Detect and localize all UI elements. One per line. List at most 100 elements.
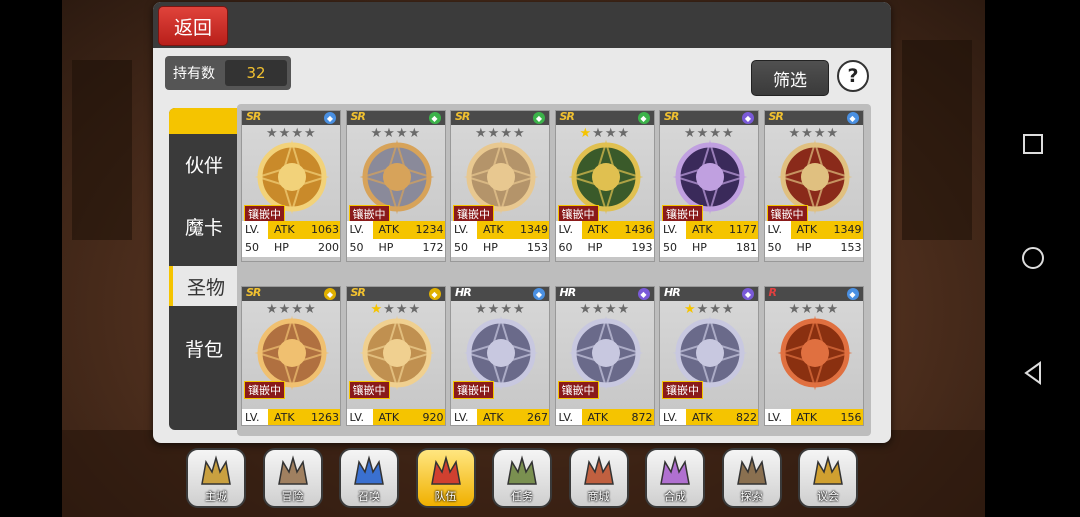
back-button[interactable]: 返回 <box>158 6 228 46</box>
tab-relics[interactable]: 圣物 <box>169 266 239 306</box>
rarity-label: HR <box>664 286 681 299</box>
relic-card[interactable]: HR ◆ ★★★★ 镶嵌中 LV. ATK 872 <box>554 286 655 426</box>
relic-card[interactable]: HR ◆ ★★★★ 镶嵌中 LV. ATK 267 <box>450 286 550 426</box>
relic-stats: LV. ATK 872 <box>555 409 654 425</box>
panel-header <box>153 2 891 48</box>
home-button[interactable] <box>985 238 1080 278</box>
relic-stats: LV. 50 ATK 1063 HP 200 <box>242 221 340 257</box>
rarity-label: SR <box>559 110 575 123</box>
embedded-badge: 镶嵌中 <box>453 381 494 399</box>
level-value: 50 <box>663 241 677 254</box>
relic-card[interactable]: SR ◆ ★★★★ 镶嵌中 LV. 50 ATK 1177 HP 181 <box>659 110 759 262</box>
atk-label: ATK <box>587 411 609 424</box>
relic-card[interactable]: SR ◆ ★★★★ 镶嵌中 LV. 50 ATK 1349 HP 153 <box>763 110 864 262</box>
atk-value: 920 <box>422 411 444 424</box>
nav-button[interactable]: 任务 <box>492 448 552 508</box>
card-header: SR ◆ <box>346 110 445 125</box>
owned-count-label: 持有数 <box>173 66 215 82</box>
help-button[interactable]: ? <box>837 60 869 92</box>
atk-row: ATK 822 <box>686 409 758 425</box>
nav-button[interactable]: 队伍 <box>415 448 476 508</box>
owned-count: 持有数 32 <box>165 56 291 90</box>
level-box: LV. <box>451 409 477 425</box>
relic-card[interactable]: HR ◆ ★★★★ 镶嵌中 LV. ATK 822 <box>659 286 759 426</box>
relic-image <box>777 315 852 391</box>
crossbow-icon <box>736 455 767 485</box>
level-box: LV. <box>555 409 582 425</box>
level-box: LV. <box>764 409 791 425</box>
nav-button[interactable]: 探索 <box>721 448 782 508</box>
relic-card[interactable]: SR ◆ ★★★★ 镶嵌中 LV. 50 ATK 1234 HP 172 <box>345 110 446 262</box>
hp-row: HP 181 <box>686 239 758 257</box>
level-label: LV. <box>245 411 260 424</box>
relic-panel: 返回 持有数 32 筛选 ? 伙伴 魔卡 圣物 背包 SR ◆ ★★★★ 镶嵌中 LV.… <box>153 2 891 443</box>
sidebar-accent <box>169 108 239 134</box>
relic-stats: LV. 60 ATK 1436 HP 193 <box>555 221 654 257</box>
relic-card[interactable]: R ◆ ★★★★ LV. ATK 156 <box>763 286 864 426</box>
nav-button[interactable]: 商城 <box>568 448 629 508</box>
atk-value: 1063 <box>311 223 339 236</box>
nav-button[interactable]: 议会 <box>798 448 858 508</box>
card-header: SR ◆ <box>764 111 863 125</box>
embedded-badge: 镶嵌中 <box>244 381 285 399</box>
nav-button[interactable]: 冒险 <box>262 448 323 508</box>
nav-button[interactable]: 合成 <box>645 448 705 508</box>
atk-value: 1436 <box>624 223 653 236</box>
element-icon: ◆ <box>428 288 441 300</box>
level-label: LV. <box>245 223 260 236</box>
nav-label: 议会 <box>817 490 839 503</box>
atk-value: 1234 <box>415 223 444 236</box>
element-icon: ◆ <box>324 288 336 300</box>
tab-partners[interactable]: 伙伴 <box>169 144 239 184</box>
wings-emblem-icon <box>430 455 461 485</box>
level-value: 50 <box>767 241 782 254</box>
level-box: LV. 50 <box>764 221 791 257</box>
rarity-label: HR <box>559 286 577 299</box>
relic-stats: LV. ATK 267 <box>451 409 549 425</box>
level-box: LV. 50 <box>660 221 686 257</box>
system-nav-bar <box>985 0 1080 517</box>
relic-card[interactable]: SR ◆ ★★★★ 镶嵌中 LV. ATK 1263 <box>241 286 341 426</box>
nav-label: 队伍 <box>434 490 457 503</box>
level-label: LV. <box>767 223 783 236</box>
system-back-button[interactable] <box>985 353 1080 393</box>
level-label: LV. <box>349 411 365 424</box>
card-header: SR ◆ <box>660 111 758 125</box>
relic-image <box>254 315 330 391</box>
nav-label: 召唤 <box>358 490 380 503</box>
relic-card[interactable]: SR ◆ ★★★★ 镶嵌中 LV. 60 ATK 1436 HP 193 <box>554 110 655 262</box>
rarity-label: HR <box>455 286 472 299</box>
hp-value: 193 <box>631 241 653 254</box>
nav-label: 冒险 <box>281 490 304 503</box>
level-label: LV. <box>454 223 469 236</box>
relic-stats: LV. 50 ATK 1349 HP 153 <box>451 221 549 257</box>
tab-magic-cards[interactable]: 魔卡 <box>169 206 239 246</box>
rarity-label: SR <box>246 286 261 299</box>
crown-icon <box>813 455 843 485</box>
atk-row: ATK 1177 <box>686 221 758 239</box>
relic-card[interactable]: SR ◆ ★★★★ 镶嵌中 LV. ATK 920 <box>345 286 446 426</box>
relic-card[interactable]: SR ◆ ★★★★ 镶嵌中 LV. 50 ATK 1349 HP 153 <box>450 110 550 262</box>
hp-label: HP <box>378 241 394 254</box>
nav-button[interactable]: 主城 <box>186 448 246 508</box>
rarity-label: SR <box>350 110 366 123</box>
relic-stats: LV. 50 ATK 1234 HP 172 <box>346 221 445 257</box>
atk-row: ATK 1263 <box>268 409 340 425</box>
filter-button[interactable]: 筛选 <box>751 60 829 96</box>
recent-apps-button[interactable] <box>985 124 1080 164</box>
relic-stats: LV. 50 ATK 1349 HP 153 <box>764 221 863 257</box>
level-value: 50 <box>349 241 364 254</box>
level-box: LV. <box>346 409 373 425</box>
atk-row: ATK 156 <box>790 409 863 425</box>
atk-label: ATK <box>796 411 818 424</box>
relic-card[interactable]: SR ◆ ★★★★ 镶嵌中 LV. 50 ATK 1063 HP 200 <box>241 110 341 262</box>
element-icon: ◆ <box>846 288 859 300</box>
tab-bag[interactable]: 背包 <box>169 328 239 368</box>
hp-value: 172 <box>422 241 444 254</box>
nav-button[interactable]: 召唤 <box>339 448 399 508</box>
nav-label: 探索 <box>740 490 763 503</box>
relic-image <box>254 139 330 215</box>
relic-stats: LV. 50 ATK 1177 HP 181 <box>660 221 758 257</box>
owned-count-value: 32 <box>225 60 287 86</box>
triangle-back-icon <box>1023 361 1041 385</box>
